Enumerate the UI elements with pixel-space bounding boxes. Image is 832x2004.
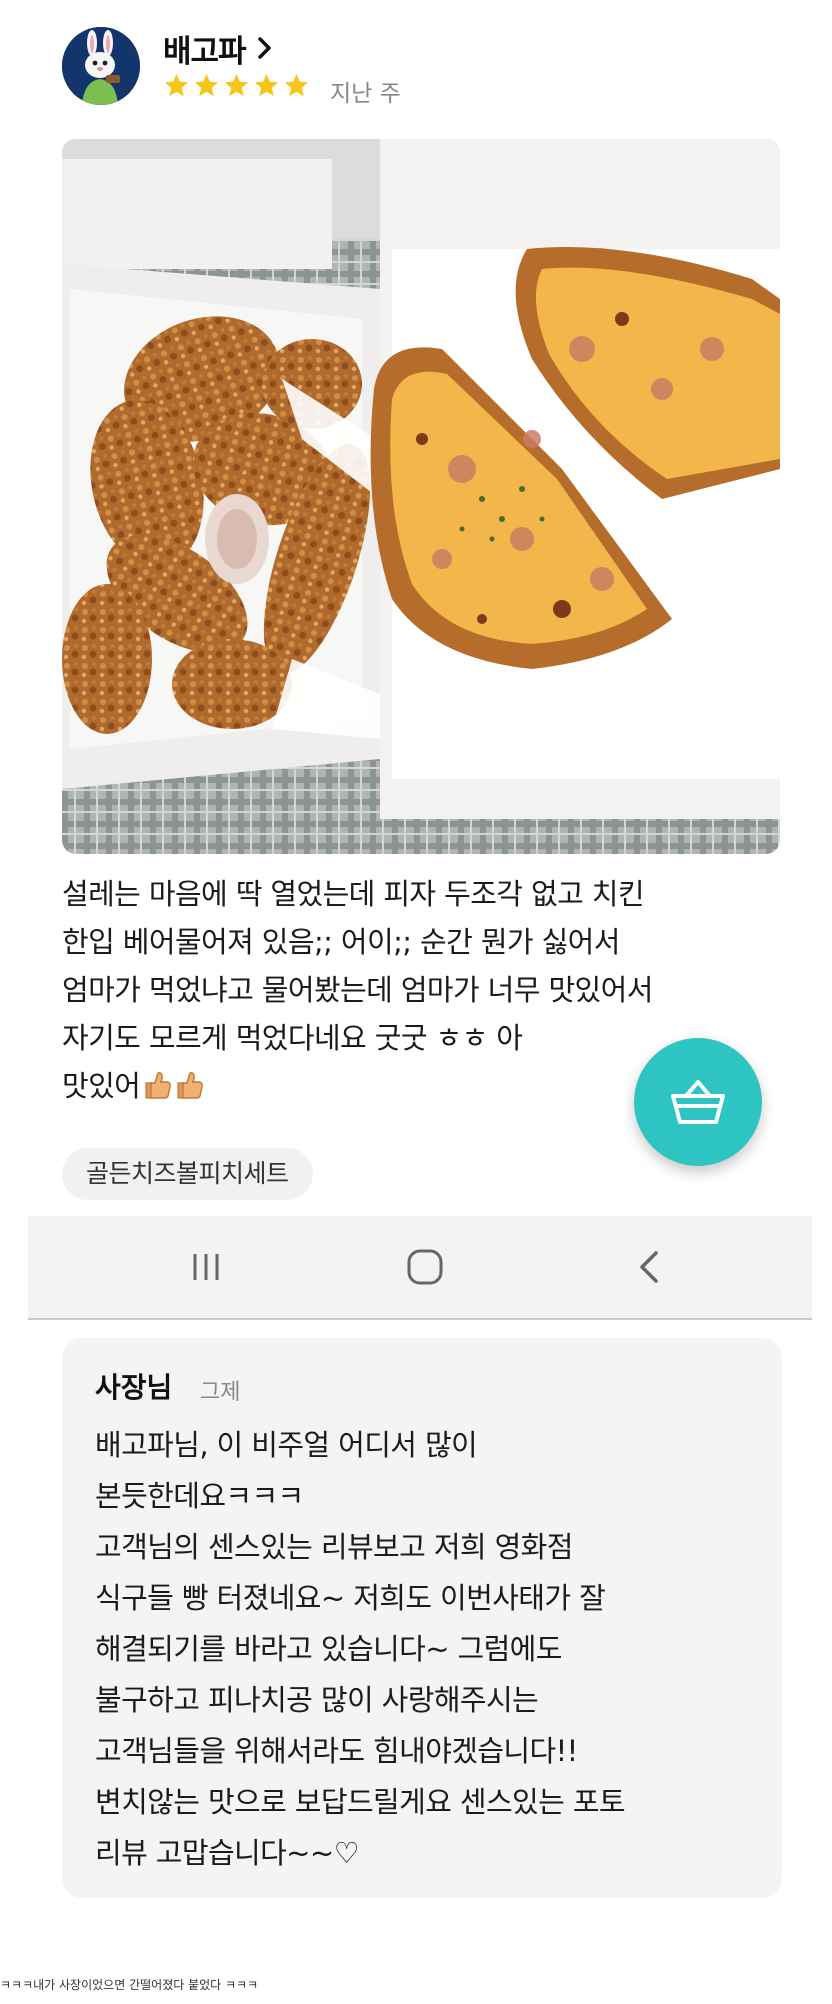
home-icon[interactable] — [402, 1244, 448, 1290]
owner-reply-line: 식구들 빵 터졌네요~ 저희도 이번사태가 잘 — [95, 1581, 606, 1615]
post-caption: ㅋㅋㅋ내가 사장이었으면 간떨어졌다 붙었다 ㅋㅋㅋ — [0, 1978, 259, 1992]
reviewer-nickname-link[interactable]: 배고파 — [163, 26, 274, 70]
owner-reply-line: 본듯한데요ㅋㅋㅋ — [95, 1479, 304, 1513]
star-icon — [254, 74, 279, 97]
review-text-line: 엄마가 먹었냐고 물어봤는데 엄마가 너무 맛있어서 — [62, 973, 653, 1007]
owner-reply-author: 사장님 — [95, 1371, 173, 1404]
recents-icon[interactable] — [183, 1244, 229, 1290]
cart-button[interactable] — [634, 1038, 762, 1166]
owner-reply-line: 고객님의 센스있는 리뷰보고 저희 영화점 — [95, 1530, 573, 1564]
owner-reply-line: 리뷰 고맙습니다~~♡ — [95, 1836, 360, 1870]
star-icon — [164, 74, 189, 97]
menu-tag[interactable]: 골든치즈볼피치세트 — [62, 1148, 313, 1200]
shopping-basket-icon — [671, 1080, 725, 1124]
back-icon[interactable] — [628, 1244, 674, 1290]
star-icon — [194, 74, 219, 97]
review-photo[interactable] — [62, 139, 780, 854]
system-nav-bar — [28, 1216, 812, 1320]
reviewer-nickname: 배고파 — [163, 33, 247, 70]
star-icon — [224, 74, 249, 97]
reviewer-avatar[interactable] — [62, 27, 140, 105]
chicken-pizza-photo — [62, 139, 780, 854]
chevron-right-icon — [257, 37, 271, 59]
review-text-line: 한입 베어물어져 있음;; 어이;; 순간 뭔가 싫어서 — [62, 925, 620, 959]
owner-reply-body: 배고파님, 이 비주얼 어디서 많이 본듯한데요ㅋㅋㅋ 고객님의 센스있는 리뷰… — [95, 1420, 775, 1879]
owner-reply-line: 고객님들을 위해서라도 힘내야겠습니다!! — [95, 1734, 578, 1768]
owner-reply-line: 배고파님, 이 비주얼 어디서 많이 — [95, 1428, 478, 1462]
review-text-line: 설레는 마음에 딱 열었는데 피자 두조각 없고 치킨 — [62, 877, 645, 911]
bunny-mascot-avatar-icon — [62, 27, 140, 105]
review-text-line: 맛있어 — [62, 1069, 141, 1103]
thumbs-up-emoji-icon — [145, 1072, 172, 1099]
star-icon — [284, 74, 309, 97]
review-date: 지난 주 — [330, 81, 401, 107]
thumbs-up-emoji-icon — [177, 1072, 204, 1099]
rating-stars — [163, 72, 310, 99]
owner-reply-line: 해결되기를 바라고 있습니다~ 그럼에도 — [95, 1632, 562, 1666]
owner-reply-line: 불구하고 피나치공 많이 사랑해주시는 — [95, 1683, 539, 1717]
owner-reply-date: 그제 — [200, 1380, 241, 1405]
owner-reply-line: 변치않는 맛으로 보답드릴게요 센스있는 포토 — [95, 1785, 626, 1819]
